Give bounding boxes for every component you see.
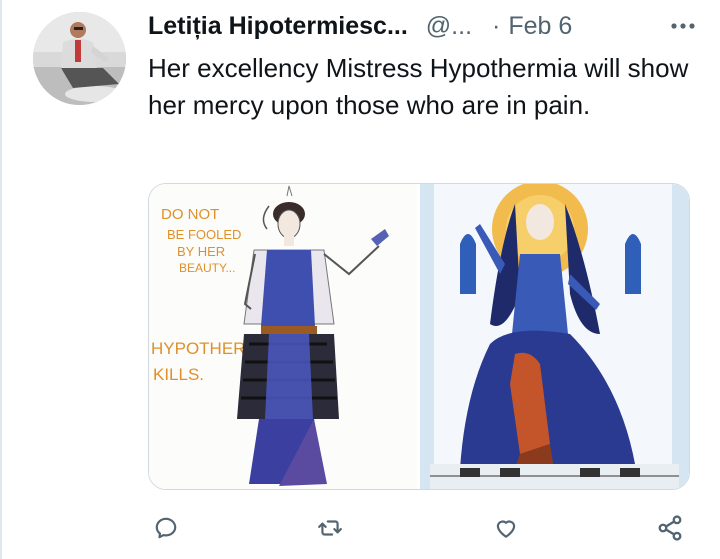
like-button[interactable] — [488, 510, 524, 546]
caption-kills: KILLS. — [153, 365, 204, 384]
caption-be-fooled: BE FOOLED — [167, 227, 241, 242]
tweet-media[interactable]: DO NOT BE FOOLED BY HER BEAUTY... HYPOTH… — [148, 183, 690, 490]
more-options-button[interactable] — [656, 9, 696, 43]
reply-icon — [155, 517, 177, 539]
tweet-date[interactable]: Feb 6 — [508, 12, 572, 41]
author-handle[interactable]: @... — [426, 12, 472, 41]
caption-beauty: BEAUTY... — [179, 261, 235, 275]
separator-dot: · — [492, 11, 501, 40]
timeline-border — [0, 0, 2, 559]
more-icon — [671, 23, 695, 29]
caption-by-her: BY HER — [177, 244, 225, 259]
retweet-icon — [318, 520, 342, 536]
share-icon — [658, 515, 682, 541]
author-name[interactable]: Letiția Hipotermiesc... — [148, 12, 408, 41]
like-icon — [496, 520, 516, 538]
saint-drawing-image — [420, 184, 689, 489]
share-button[interactable] — [652, 510, 688, 546]
fashion-drawing-image: DO NOT BE FOOLED BY HER BEAUTY... HYPOTH… — [149, 184, 417, 489]
reply-button[interactable] — [148, 510, 184, 546]
tweet-text: Her excellency Mistress Hypothermia will… — [148, 53, 689, 120]
avatar-image — [33, 12, 126, 105]
media-image-right[interactable] — [420, 184, 689, 489]
media-image-left[interactable]: DO NOT BE FOOLED BY HER BEAUTY... HYPOTH… — [149, 184, 417, 489]
tweet-header: Letiția Hipotermiesc... @... · Feb 6 — [148, 9, 696, 43]
retweet-button[interactable] — [312, 510, 348, 546]
tweet-actions — [148, 510, 688, 546]
caption-do-not: DO NOT — [161, 206, 219, 223]
avatar[interactable] — [33, 12, 126, 105]
